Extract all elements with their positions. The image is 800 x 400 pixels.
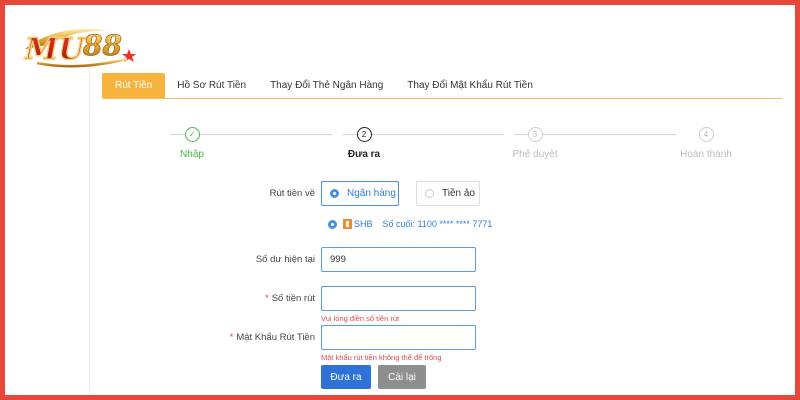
step-approve: 3 Phê duyệt (495, 124, 575, 160)
balance-label: Số dư hiện tại (255, 254, 315, 265)
tab-bar: Rút Tiền Hồ Sơ Rút Tiền Thay Đổi Thẻ Ngâ… (102, 73, 782, 99)
required-mark: * (229, 332, 234, 343)
tab-withdraw-history[interactable]: Hồ Sơ Rút Tiền (165, 73, 258, 98)
balance-field[interactable]: 999 (321, 247, 476, 272)
amount-label-text: Số tiền rút (271, 293, 315, 304)
step-label: Đưa ra (347, 149, 381, 160)
radio-selected-icon (328, 219, 337, 229)
radio-selected-icon (330, 189, 339, 198)
radio-unselected-icon (425, 189, 434, 198)
required-mark: * (264, 293, 269, 304)
option-bank[interactable]: Ngân hàng (321, 181, 399, 206)
withdraw-password-input[interactable] (321, 325, 476, 350)
step-number: 3 (527, 127, 543, 142)
amount-error: Vui lòng điền số tiền rút (321, 314, 400, 323)
step-complete: 4 Hoàn thành (666, 124, 746, 160)
reset-button[interactable]: Cài lại (378, 365, 426, 389)
withdraw-to-label: Rút tiền về (269, 188, 315, 199)
step-number: 4 (698, 127, 714, 142)
amount-label: * Số tiền rút (145, 293, 315, 304)
step-check-icon: ✓ (184, 127, 200, 142)
bank-name: SHB (354, 219, 373, 229)
password-label: * Mật Khẩu Rút Tiền (145, 332, 315, 343)
password-label-text: Mật Khẩu Rút Tiền (236, 332, 315, 343)
bank-logo-icon (343, 219, 352, 229)
amount-input[interactable] (321, 286, 476, 311)
logo-graphic: MU 88 (23, 29, 136, 68)
password-error: Mật khẩu rút tiền không thể để trống (321, 353, 442, 362)
step-number: 2 (356, 127, 372, 142)
tab-withdraw[interactable]: Rút Tiền (102, 73, 166, 98)
withdraw-panel: Rút Tiền Hồ Sơ Rút Tiền Thay Đổi Thẻ Ngâ… (89, 69, 789, 395)
submit-button[interactable]: Đưa ra (321, 365, 371, 389)
brand-logo[interactable]: MU 88 (17, 19, 147, 71)
page: MU 88 Rút Tiền Hồ Sơ Rút Tiền Thay Đổi T… (5, 5, 795, 395)
progress-steps: ✓ Nhập 2 Đưa ra 3 Phê duyệt 4 Hoàn thành (162, 124, 732, 164)
step-label: Phê duyệt (512, 149, 558, 160)
tab-change-bank-card[interactable]: Thay Đổi Thẻ Ngân Hàng (258, 73, 395, 98)
step-submit: 2 Đưa ra (324, 124, 404, 160)
bank-last-digits: Số cuối: 1100 **** **** 7771 (382, 219, 493, 229)
option-crypto[interactable]: Tiền ảo (416, 181, 480, 206)
step-input: ✓ Nhập (152, 124, 232, 160)
option-crypto-label: Tiền ảo (442, 188, 475, 199)
svg-text:88: 88 (82, 29, 122, 62)
step-label: Nhập (180, 149, 204, 160)
step-label: Hoàn thành (680, 149, 732, 160)
option-bank-label: Ngân hàng (347, 188, 396, 199)
tab-change-withdraw-password[interactable]: Thay Đổi Mật Khẩu Rút Tiền (395, 73, 545, 98)
svg-text:MU: MU (24, 32, 86, 67)
bank-account-option[interactable]: SHB Số cuối: 1100 **** **** 7771 (328, 219, 492, 229)
